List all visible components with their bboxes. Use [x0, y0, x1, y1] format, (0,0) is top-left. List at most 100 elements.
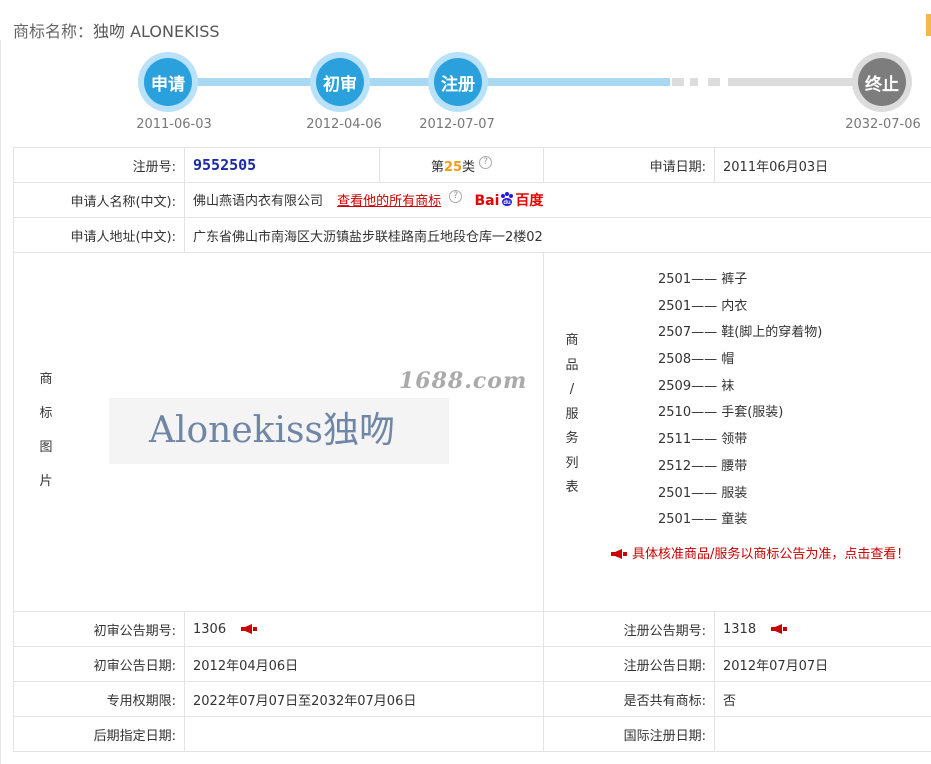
prelim-no-cell: 1306 — [184, 611, 544, 647]
goods-list: 2501—— 裤子 2501—— 内衣 2507—— 鞋(脚上的穿着物) 250… — [544, 253, 931, 534]
shared-label: 是否共有商标: — [543, 681, 715, 717]
prelim-date-label: 初审公告日期: — [13, 646, 185, 682]
label-char: 片 — [39, 474, 53, 489]
table-row: 注册号: 9552505 第25类? 申请日期: 2011年06月03日 — [13, 147, 931, 183]
goods-label: 商 品 / 服 务 列 表 — [562, 329, 582, 501]
list-item: 2501—— 童装 — [658, 512, 748, 528]
reg-pub-date-value: 2012年07月07日 — [714, 646, 931, 682]
view-all-marks-link[interactable]: 查看他的所有商标 — [337, 194, 441, 209]
help-icon[interactable]: ? — [449, 190, 463, 203]
table-row: 申请人地址(中文): 广东省佛山市南海区大沥镇盐步联桂路南丘地段仓库一2楼02 — [13, 217, 931, 253]
page-title: 商标名称：独吻 ALONEKISS — [13, 18, 220, 42]
reg-pub-no-cell: 1318 — [714, 611, 931, 647]
timeline-date: 2032-07-06 — [845, 117, 921, 132]
trademark-name: 独吻 ALONEKISS — [93, 22, 220, 41]
term-label: 专用权期限: — [13, 681, 185, 717]
list-item: 2501—— 服装 — [658, 485, 748, 501]
timeline-node-apply: 申请 — [138, 52, 198, 112]
class-number: 25 — [443, 159, 463, 175]
applicant-label: 申请人名称(中文): — [13, 182, 185, 218]
title-label: 商标名称： — [13, 22, 94, 41]
timeline-node-expire: 终止 — [852, 52, 912, 112]
apply-date-label: 申请日期: — [543, 147, 715, 183]
intl-date-value — [714, 716, 931, 752]
list-item: 2512—— 腰带 — [658, 458, 748, 474]
mark-image-label: 商 标 图 片 — [36, 363, 56, 499]
label-char: 商 — [565, 333, 579, 348]
list-item: 2501—— 裤子 — [658, 272, 748, 287]
later-date-label: 后期指定日期: — [13, 716, 185, 752]
label-char: 标 — [39, 406, 53, 421]
timeline-node-register: 注册 — [428, 52, 488, 112]
megaphone-icon[interactable] — [240, 623, 258, 635]
timeline-step-label: 终止 — [858, 58, 906, 106]
reg-no-value: 9552505 — [193, 156, 257, 174]
table-row: 商 标 图 片 Alonekiss独吻 1688.com 商 品 / 服 务 列 — [13, 252, 931, 612]
term-value: 2022年07月07日至2032年07月06日 — [184, 681, 544, 717]
timeline-pending-segment — [708, 78, 720, 86]
svg-text:du: du — [504, 200, 512, 206]
class-cell: 第25类? — [379, 147, 544, 183]
baidu-search-link[interactable]: Bai du 百度 — [474, 192, 544, 209]
applicant-cell: 佛山燕语内衣有限公司 查看他的所有商标 ? Bai du 百度 — [184, 182, 931, 218]
timeline-date: 2011-06-03 — [136, 117, 212, 132]
address-value: 广东省佛山市南海区大沥镇盐步联桂路南丘地段仓库一2楼02 — [184, 217, 931, 253]
prelim-no-label: 初审公告期号: — [13, 611, 185, 647]
help-icon[interactable]: ? — [479, 155, 493, 169]
label-char: 图 — [39, 440, 53, 455]
class-suffix: 类 — [462, 159, 476, 175]
later-date-value — [184, 716, 544, 752]
prelim-date-value: 2012年04月06日 — [184, 646, 544, 682]
table-row: 初审公告日期: 2012年04月06日 注册公告日期: 2012年07月07日 — [13, 646, 931, 682]
watermark: 1688.com — [399, 368, 528, 394]
baidu-paw-icon: du — [501, 192, 514, 206]
label-char: 列 — [565, 455, 579, 471]
reg-pub-no-value: 1318 — [723, 621, 757, 637]
goods-notice-text: 具体核准商品/服务以商标公告为准，点击查看！ — [632, 546, 910, 562]
label-char: / — [569, 382, 575, 397]
label-char: 表 — [565, 480, 579, 495]
reg-no-label: 注册号: — [13, 147, 185, 183]
reg-pub-no-label: 注册公告期号: — [543, 611, 715, 647]
timeline-date: 2012-07-07 — [419, 117, 495, 132]
megaphone-icon[interactable] — [770, 623, 788, 635]
list-item: 2510—— 手套(服装) — [658, 405, 784, 421]
applicant-value: 佛山燕语内衣有限公司 — [193, 194, 324, 209]
timeline-step-label: 初审 — [316, 58, 364, 106]
shared-value: 否 — [714, 681, 931, 717]
baidu-logo-text: 百度 — [515, 193, 544, 209]
apply-date-value: 2011年06月03日 — [714, 147, 931, 183]
page-left-border — [0, 40, 1, 764]
list-item: 2507—— 鞋(脚上的穿着物) — [658, 325, 823, 341]
timeline-pending-segment — [672, 78, 684, 86]
timeline-step-label: 申请 — [144, 58, 192, 106]
mark-image-cell: 商 标 图 片 Alonekiss独吻 1688.com — [13, 252, 544, 612]
goods-notice-link[interactable]: 具体核准商品/服务以商标公告为准，点击查看！ — [544, 543, 931, 562]
timeline-progress — [168, 78, 670, 86]
list-item: 2511—— 领带 — [658, 432, 748, 448]
megaphone-icon — [611, 549, 627, 560]
goods-cell: 商 品 / 服 务 列 表 2501—— 裤子 2501—— 内衣 2507——… — [543, 252, 931, 612]
timeline-date: 2012-04-06 — [306, 117, 382, 132]
baidu-logo-text: Bai — [474, 193, 500, 209]
timeline-step-label: 注册 — [434, 58, 482, 106]
table-row: 后期指定日期: 国际注册日期: — [13, 716, 931, 752]
address-label: 申请人地址(中文): — [13, 217, 185, 253]
list-item: 2508—— 帽 — [658, 352, 735, 368]
reg-pub-date-label: 注册公告日期: — [543, 646, 715, 682]
label-char: 商 — [39, 372, 53, 387]
timeline-pending-segment — [690, 78, 698, 86]
accent-bar — [926, 14, 931, 36]
timeline-node-prelim: 初审 — [310, 52, 370, 112]
label-char: 务 — [565, 431, 579, 446]
table-row: 专用权期限: 2022年07月07日至2032年07月06日 是否共有商标: 否 — [13, 681, 931, 717]
intl-date-label: 国际注册日期: — [543, 716, 715, 752]
class-prefix: 第 — [430, 159, 444, 175]
label-char: 品 — [565, 357, 579, 373]
prelim-no-value: 1306 — [193, 621, 227, 637]
list-item: 2501—— 内衣 — [658, 298, 748, 314]
label-char: 服 — [565, 406, 579, 422]
reg-no-cell: 9552505 — [184, 147, 380, 183]
table-row: 申请人名称(中文): 佛山燕语内衣有限公司 查看他的所有商标 ? Bai du 百度 — [13, 182, 931, 218]
trademark-logo-text: Alonekiss独吻 — [149, 410, 395, 451]
